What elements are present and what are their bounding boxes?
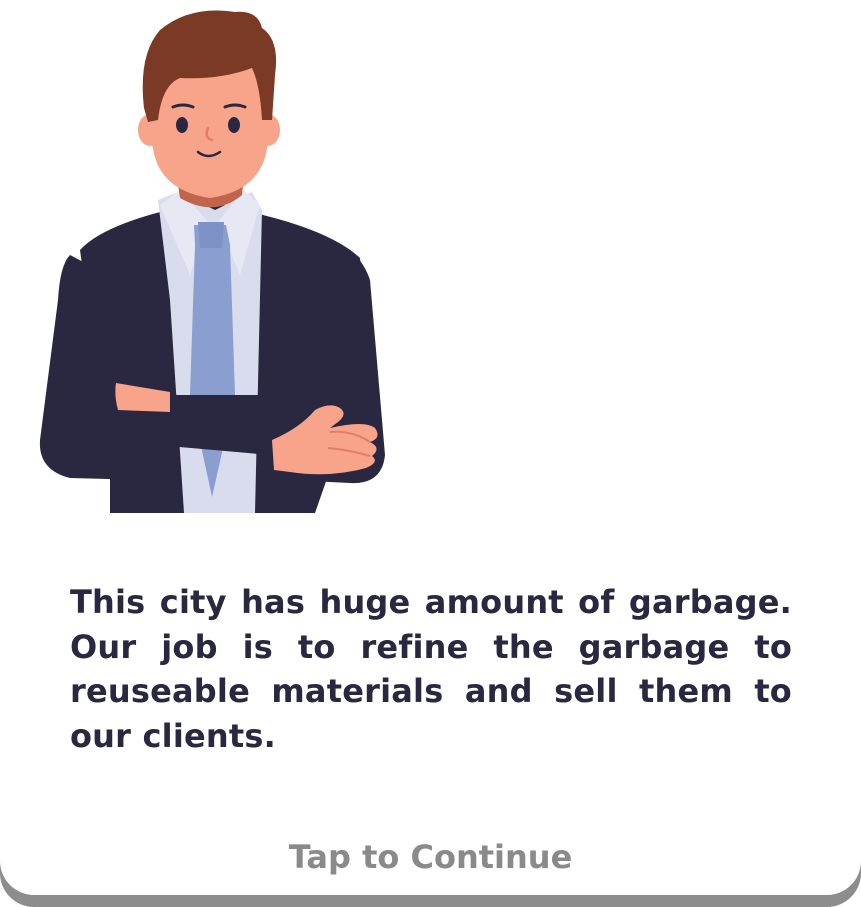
dialog-card[interactable]: This city has huge amount of garbage. Ou… [0,0,861,907]
businessman-character-icon [39,10,385,513]
tap-to-continue-button[interactable]: Tap to Continue [0,838,861,876]
card-face[interactable]: This city has huge amount of garbage. Ou… [0,0,861,895]
dialog-message: This city has huge amount of garbage. Ou… [70,583,792,755]
